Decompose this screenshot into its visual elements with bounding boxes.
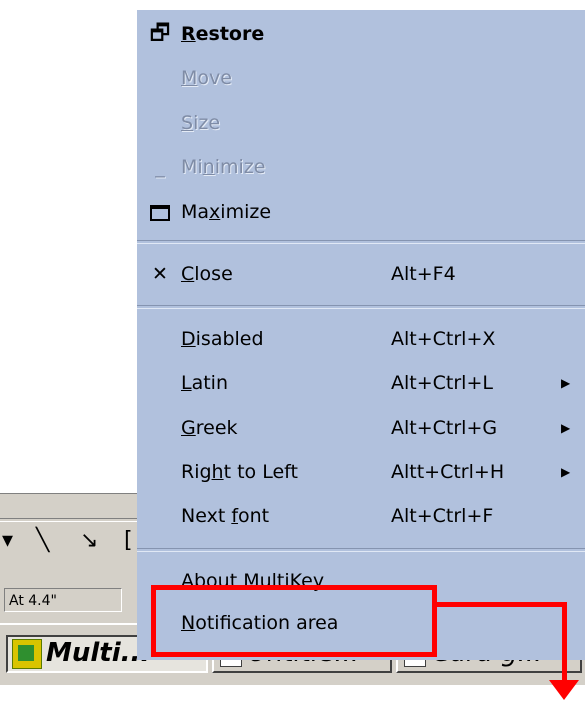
menu-separator — [137, 240, 585, 244]
menu-item-label: Latin — [181, 372, 229, 394]
menu-item-shortcut: Alt+Ctrl+G — [391, 417, 498, 439]
menu-item-shortcut: Altt+Ctrl+H — [391, 461, 505, 483]
taskbar-button-label: Multi... — [46, 638, 151, 668]
minimize-icon: _ — [155, 156, 165, 178]
menu-item-shortcut: Alt+Ctrl+X — [391, 328, 496, 350]
menu-item-label: Greek — [181, 417, 238, 439]
menu-item-maximize[interactable]: Maximize — [137, 191, 585, 233]
menu-item-size[interactable]: Size — [137, 102, 585, 144]
menu-item-right-to-left[interactable]: Right to Left Altt+Ctrl+H ▶ — [137, 451, 585, 493]
menu-item-latin[interactable]: Latin Alt+Ctrl+L ▶ — [137, 362, 585, 404]
menu-item-greek[interactable]: Greek Alt+Ctrl+G ▶ — [137, 407, 585, 449]
menu-item-label: Right to Left — [181, 461, 298, 483]
menu-item-label: Minimize — [181, 156, 266, 178]
multikey-app-icon — [12, 638, 42, 669]
arrow-tool-icon[interactable]: ↘ — [80, 529, 98, 553]
restore-icon: 🗗 — [149, 21, 171, 46]
submenu-arrow-icon: ▶ — [561, 376, 571, 390]
menu-item-label: Maximize — [181, 201, 272, 223]
dropdown-arrow-icon[interactable]: ▾ — [2, 529, 13, 553]
submenu-arrow-icon: ▶ — [561, 465, 571, 479]
drawing-toolbar: ▾ ╲ ↘ [ — [0, 493, 160, 590]
menu-item-disabled-mode[interactable]: Disabled Alt+Ctrl+X — [137, 318, 585, 360]
menu-item-restore[interactable]: 🗗 Restore — [137, 13, 585, 55]
menu-separator — [137, 548, 585, 552]
menu-item-label: Next font — [181, 505, 270, 527]
menu-item-minimize[interactable]: _ Minimize — [137, 146, 585, 188]
menu-item-shortcut: Alt+Ctrl+L — [391, 372, 493, 394]
menu-item-shortcut: Alt+Ctrl+F — [391, 505, 494, 527]
status-position: At 4.4" — [4, 588, 122, 612]
rectangle-tool-icon[interactable]: [ — [124, 529, 133, 553]
menu-item-label: Disabled — [181, 328, 264, 350]
system-menu: 🗗 Restore Move Size _ Minimize Maximize … — [137, 10, 585, 660]
menu-item-move[interactable]: Move — [137, 57, 585, 99]
menu-item-label: Size — [181, 112, 221, 134]
close-icon: ✕ — [152, 263, 168, 285]
menu-item-next-font[interactable]: Next font Alt+Ctrl+F — [137, 495, 585, 537]
annotation-arrow — [562, 602, 567, 682]
maximize-icon — [145, 191, 175, 233]
menu-item-label: Close — [181, 263, 233, 285]
menu-item-close[interactable]: ✕ Close Alt+F4 — [137, 253, 585, 295]
toolbar-separator — [0, 518, 160, 522]
annotation-highlight-box — [151, 585, 437, 657]
line-tool-icon[interactable]: ╲ — [36, 529, 49, 553]
submenu-arrow-icon: ▶ — [561, 421, 571, 435]
menu-item-label: Restore — [181, 23, 265, 45]
menu-item-label: Move — [181, 67, 232, 89]
menu-separator — [137, 305, 585, 309]
annotation-arrow — [437, 602, 567, 607]
annotation-arrowhead-icon — [549, 680, 579, 700]
menu-item-shortcut: Alt+F4 — [391, 263, 456, 285]
